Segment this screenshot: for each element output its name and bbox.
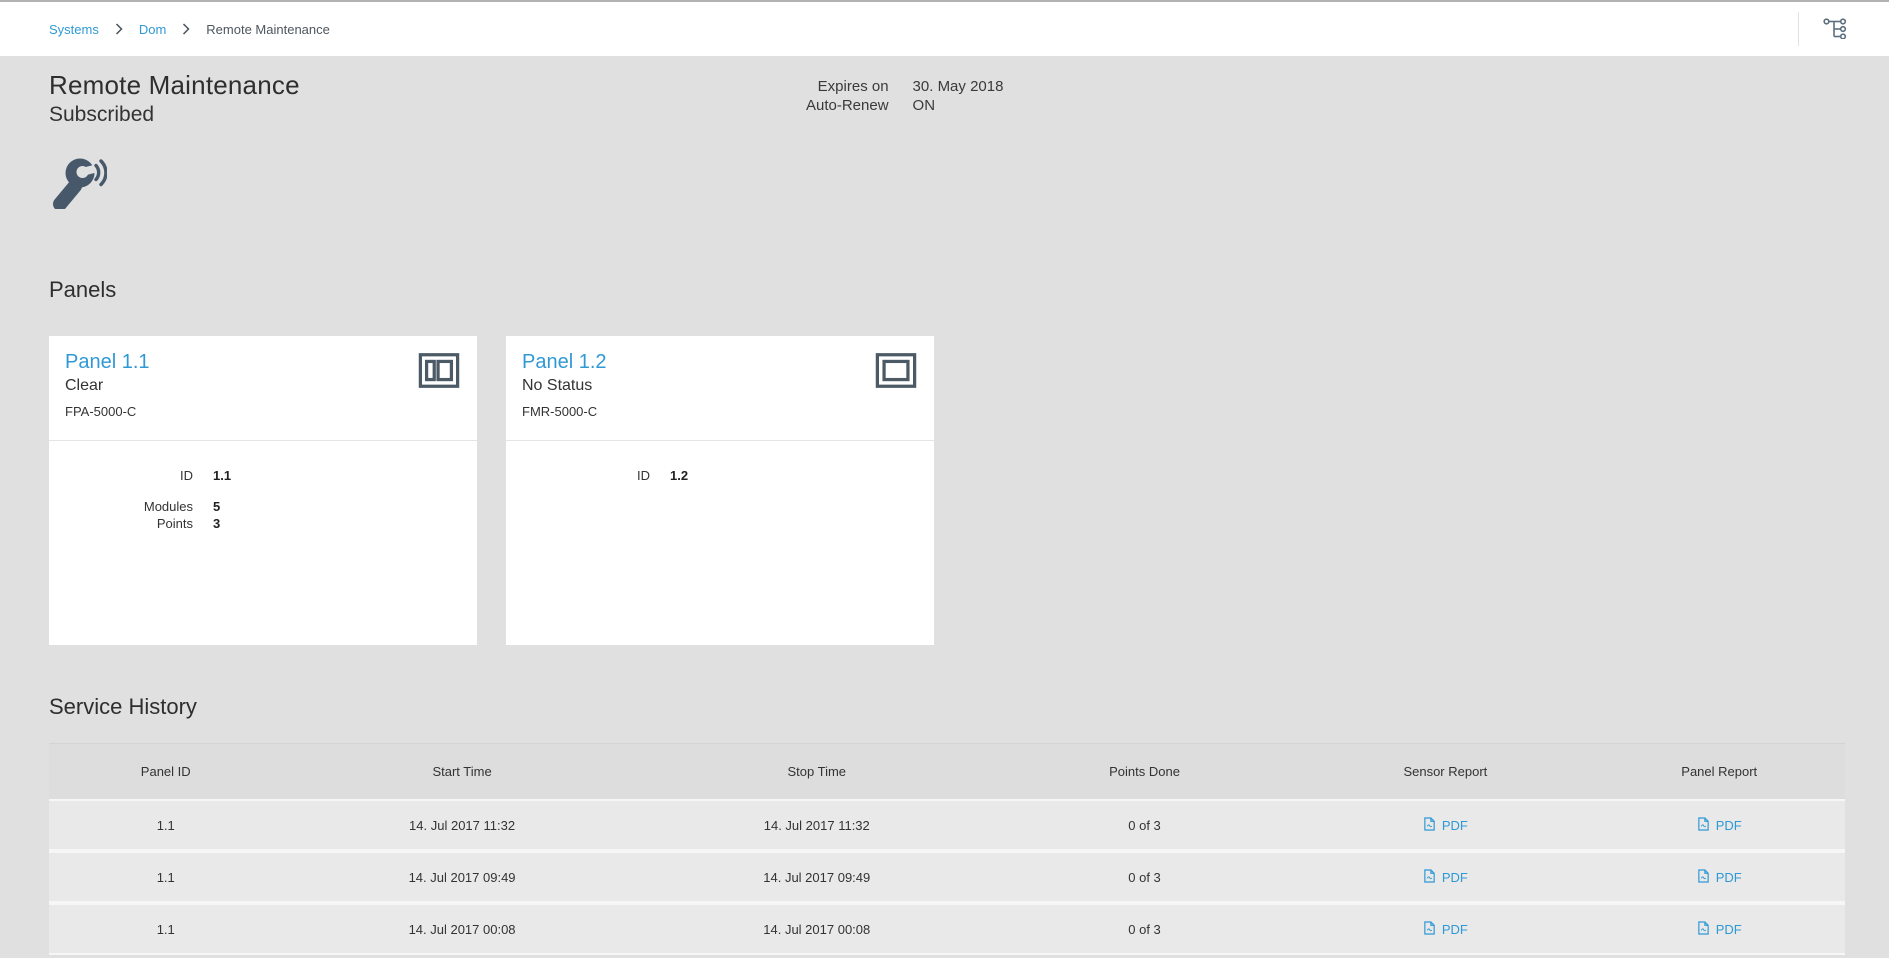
sensor-report-pdf-link[interactable]: PDF — [1423, 868, 1468, 887]
panel-model: FPA-5000-C — [65, 404, 461, 419]
panel-field-id: ID 1.1 — [65, 467, 461, 484]
tree-view-button[interactable] — [1821, 15, 1849, 44]
cell-panel-id: 1.1 — [49, 922, 282, 937]
cell-start-time: 14. Jul 2017 09:49 — [282, 870, 641, 885]
panel-card-header: Panel 1.1 Clear FPA-5000-C — [49, 336, 477, 441]
panel-card-body: ID 1.1 Modules 5 Points 3 — [49, 441, 477, 532]
panel-report-pdf-link[interactable]: PDF — [1697, 816, 1742, 835]
service-history-table: Panel ID Start Time Stop Time Points Don… — [49, 743, 1845, 955]
cell-points-done: 0 of 3 — [992, 922, 1297, 937]
sensor-report-pdf-link[interactable]: PDF — [1423, 816, 1468, 835]
table-row: 1.1 14. Jul 2017 00:08 14. Jul 2017 00:0… — [49, 903, 1845, 955]
remote-maintenance-wrench-icon — [49, 151, 105, 207]
subscription-details: Expires on 30. May 2018 Auto-Renew ON — [806, 78, 1003, 114]
tree-structure-icon — [1823, 17, 1847, 42]
column-header-stop-time: Stop Time — [642, 764, 992, 779]
breadcrumb: Systems Dom Remote Maintenance — [49, 22, 330, 37]
cell-points-done: 0 of 3 — [992, 870, 1297, 885]
panel-card-body: ID 1.2 — [506, 441, 934, 484]
cell-stop-time: 14. Jul 2017 09:49 — [642, 870, 992, 885]
cell-panel-id: 1.1 — [49, 818, 282, 833]
chevron-right-icon — [182, 23, 190, 35]
panel-card-header: Panel 1.2 No Status FMR-5000-C — [506, 336, 934, 441]
auto-renew-label: Auto-Renew — [806, 97, 889, 114]
cell-stop-time: 14. Jul 2017 00:08 — [642, 922, 992, 937]
pdf-document-icon — [1423, 868, 1436, 887]
panel-field-modules: Modules 5 — [65, 498, 461, 515]
expires-on-value: 30. May 2018 — [913, 78, 1004, 95]
pdf-document-icon — [1697, 816, 1710, 835]
panel-report-pdf-link[interactable]: PDF — [1697, 868, 1742, 887]
auto-renew-value: ON — [913, 97, 1004, 114]
table-row: 1.1 14. Jul 2017 09:49 14. Jul 2017 09:4… — [49, 851, 1845, 903]
service-history-heading: Service History — [49, 694, 1845, 720]
cell-start-time: 14. Jul 2017 00:08 — [282, 922, 641, 937]
breadcrumb-link-dom[interactable]: Dom — [139, 22, 166, 37]
panel-status: Clear — [65, 377, 461, 395]
panel-cabinet-single-door-icon — [875, 352, 917, 394]
pdf-document-icon — [1423, 816, 1436, 835]
cell-stop-time: 14. Jul 2017 11:32 — [642, 818, 992, 833]
panel-model: FMR-5000-C — [522, 404, 918, 419]
pdf-document-icon — [1697, 920, 1710, 939]
breadcrumb-link-systems[interactable]: Systems — [49, 22, 99, 37]
cell-panel-id: 1.1 — [49, 870, 282, 885]
column-header-panel-id: Panel ID — [49, 764, 282, 779]
topbar-actions — [1798, 12, 1849, 46]
main-content: Remote Maintenance Subscribed Expires on… — [0, 56, 1889, 955]
cell-points-done: 0 of 3 — [992, 818, 1297, 833]
pdf-document-icon — [1423, 920, 1436, 939]
sensor-report-pdf-link[interactable]: PDF — [1423, 920, 1468, 939]
panels-heading: Panels — [49, 277, 1889, 303]
panel-1-2-link[interactable]: Panel 1.2 — [522, 350, 607, 374]
panel-field-points: Points 3 — [65, 515, 461, 532]
breadcrumb-bar: Systems Dom Remote Maintenance — [0, 0, 1889, 56]
panel-cards: Panel 1.1 Clear FPA-5000-C — [49, 336, 1889, 645]
panel-1-1-link[interactable]: Panel 1.1 — [65, 350, 150, 374]
column-header-start-time: Start Time — [282, 764, 641, 779]
breadcrumb-current: Remote Maintenance — [206, 22, 330, 37]
panel-status: No Status — [522, 377, 918, 395]
cell-start-time: 14. Jul 2017 11:32 — [282, 818, 641, 833]
vertical-divider — [1798, 12, 1799, 46]
column-header-panel-report: Panel Report — [1594, 764, 1845, 779]
pdf-document-icon — [1697, 868, 1710, 887]
table-header-row: Panel ID Start Time Stop Time Points Don… — [49, 743, 1845, 799]
panel-cabinet-two-door-icon — [418, 352, 460, 394]
panel-report-pdf-link[interactable]: PDF — [1697, 920, 1742, 939]
column-header-sensor-report: Sensor Report — [1297, 764, 1593, 779]
panel-card-1-1: Panel 1.1 Clear FPA-5000-C — [49, 336, 477, 645]
expires-on-label: Expires on — [806, 78, 889, 95]
chevron-right-icon — [115, 23, 123, 35]
panel-field-id: ID 1.2 — [522, 467, 918, 484]
service-history-section: Service History Panel ID Start Time Stop… — [0, 694, 1889, 955]
table-row: 1.1 14. Jul 2017 11:32 14. Jul 2017 11:3… — [49, 799, 1845, 851]
column-header-points-done: Points Done — [992, 764, 1297, 779]
panels-section: Panels Panel 1.1 Clear FPA-5000-C — [0, 277, 1889, 645]
page-header: Remote Maintenance Subscribed Expires on… — [0, 56, 1889, 207]
panel-card-1-2: Panel 1.2 No Status FMR-5000-C — [506, 336, 934, 645]
